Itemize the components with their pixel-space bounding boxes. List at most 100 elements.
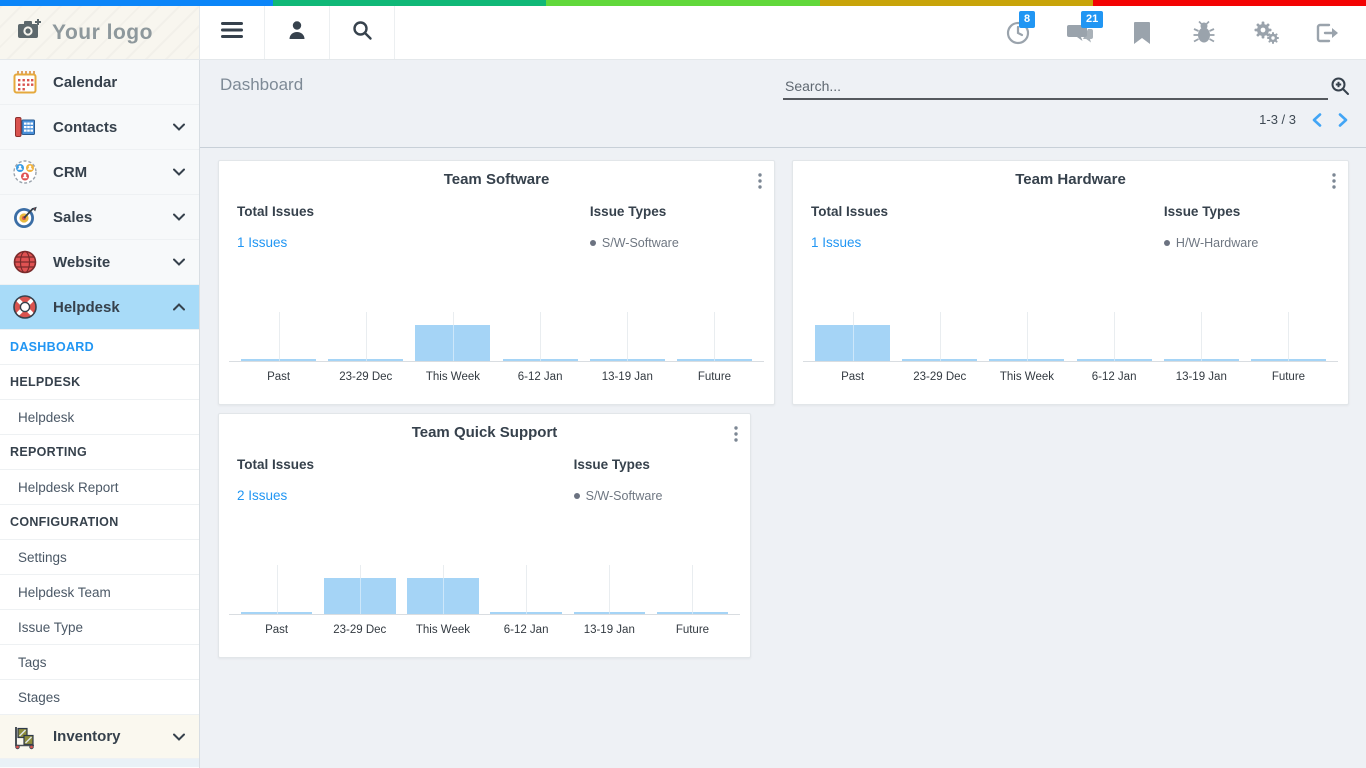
chevron-down-icon (173, 728, 185, 746)
chart-slot: 23-29 Dec (322, 312, 409, 388)
chart-bar[interactable] (989, 359, 1065, 361)
card-team-quick-support: Team Quick Support Total Issues 2 Issues… (218, 413, 751, 658)
chart-slot: Past (809, 312, 896, 388)
chart-bar[interactable] (490, 612, 562, 614)
sidebar-item-inventory[interactable]: Inventory (0, 715, 199, 759)
axis-tick (1288, 312, 1290, 362)
chevron-down-icon (173, 118, 185, 136)
card-title: Team Quick Support (411, 424, 558, 441)
search-icon (351, 19, 373, 46)
recent-clock-button[interactable]: 8 (1004, 10, 1036, 47)
chart-x-label: Past (267, 371, 291, 383)
total-issues-link[interactable]: 2 Issues (237, 488, 287, 503)
logo[interactable]: Your logo (0, 6, 200, 59)
chart-bar[interactable] (240, 612, 313, 614)
sidebar-item-contacts[interactable]: Contacts (0, 105, 199, 150)
sidebar-subitem-dashboard[interactable]: DASHBOARD (0, 330, 199, 365)
chart-bar[interactable] (1163, 359, 1239, 361)
user-button[interactable] (265, 6, 330, 59)
card-title: Team Hardware (1015, 171, 1126, 188)
dashboard-content: Team Software Total Issues 1 Issues Issu… (200, 148, 1366, 768)
settings-gears-button[interactable] (1252, 19, 1280, 47)
sidebar: Calendar Contacts CRM Sales Website Help… (0, 60, 200, 768)
chart-x-label: This Week (999, 371, 1054, 383)
chart-bar[interactable] (407, 578, 479, 614)
chart-bar[interactable] (328, 359, 404, 361)
chart-bar[interactable] (1250, 359, 1326, 361)
user-icon (286, 19, 308, 46)
axis-tick (526, 565, 528, 615)
sidebar-subitem-settings[interactable]: Settings (0, 540, 199, 575)
bug-report-button[interactable] (1190, 19, 1218, 47)
chart-bar[interactable] (656, 612, 729, 614)
pagination-next-button[interactable] (1338, 112, 1348, 127)
chart-bar[interactable] (676, 359, 752, 361)
total-issues-link[interactable]: 1 Issues (811, 235, 861, 250)
chart-x-label: 6-12 Jan (517, 371, 563, 383)
chart-bar[interactable] (415, 325, 491, 361)
inventory-handtruck-icon (10, 722, 40, 752)
card-menu-button[interactable] (732, 424, 740, 449)
sidebar-item-calendar[interactable]: Calendar (0, 60, 199, 105)
chart-x-label: This Week (425, 371, 480, 383)
chart-bar[interactable] (589, 359, 665, 361)
sidebar-item-sales[interactable]: Sales (0, 195, 199, 240)
chat-button[interactable]: 21 (1066, 10, 1104, 47)
axis-tick (1201, 312, 1203, 362)
total-issues-label: Total Issues (237, 204, 315, 219)
chart-bar[interactable] (1076, 359, 1152, 361)
sidebar-subitem-issue-type[interactable]: Issue Type (0, 610, 199, 645)
sidebar-item-label: Inventory (53, 728, 121, 745)
legend-dot-icon (589, 240, 596, 246)
sidebar-item-website[interactable]: Website (0, 240, 199, 285)
chart-slot: 6-12 Jan (485, 565, 568, 641)
chart-slot: 6-12 Jan (1071, 312, 1158, 388)
sidebar-subitem-helpdesk[interactable]: Helpdesk (0, 400, 199, 435)
search-input[interactable] (783, 74, 1328, 100)
helpdesk-lifebuoy-icon (10, 292, 40, 322)
chart-bar[interactable] (902, 359, 978, 361)
sidebar-subitem-tags[interactable]: Tags (0, 645, 199, 680)
chevron-down-icon (173, 253, 185, 271)
chevron-down-icon (173, 163, 185, 181)
calendar-icon (10, 67, 40, 97)
axis-tick (365, 312, 367, 362)
chart-bar[interactable] (241, 359, 317, 361)
chart-bar[interactable] (815, 325, 891, 361)
legend-item: H/W-Hardware (1163, 236, 1330, 250)
card-stats: Total Issues 1 Issues Issue Types S/W-So… (219, 188, 774, 252)
chevron-up-icon (173, 298, 185, 316)
sidebar-subitem-stages[interactable]: Stages (0, 680, 199, 715)
chart-x-label: 6-12 Jan (1091, 371, 1137, 383)
bookmark-button[interactable] (1128, 19, 1156, 47)
chart-bar[interactable] (573, 612, 646, 614)
search-field (783, 74, 1328, 100)
chart-x-label: Future (1271, 371, 1306, 383)
card-menu-button[interactable] (1330, 171, 1338, 196)
sidebar-item-helpdesk[interactable]: Helpdesk (0, 285, 199, 330)
search-button[interactable] (330, 6, 395, 59)
chart-bar[interactable] (502, 359, 578, 361)
pagination-prev-button[interactable] (1312, 112, 1322, 127)
search-zoom-icon[interactable] (1330, 76, 1350, 101)
sidebar-item-crm[interactable]: CRM (0, 150, 199, 195)
chart-x-label: 23-29 Dec (339, 371, 393, 383)
page-header: Dashboard 1-3 / 3 (200, 60, 1366, 148)
logout-button[interactable] (1314, 19, 1342, 47)
menu-toggle-button[interactable] (200, 6, 265, 59)
sidebar-subitem-helpdesk-report[interactable]: Helpdesk Report (0, 470, 199, 505)
card-menu-button[interactable] (756, 171, 764, 196)
chart-slot: This Week (983, 312, 1070, 388)
sidebar-subitem-helpdesk-team[interactable]: Helpdesk Team (0, 575, 199, 610)
chart-bar[interactable] (323, 578, 396, 614)
chart-slot: This Week (401, 565, 484, 641)
axis-tick (278, 312, 280, 362)
legend-label: H/W-Hardware (1175, 236, 1259, 250)
legend-label: S/W-Software (601, 236, 679, 250)
chevron-down-icon (173, 208, 185, 226)
chat-badge: 21 (1081, 10, 1104, 28)
total-issues-link[interactable]: 1 Issues (237, 235, 287, 250)
total-issues-label: Total Issues (237, 457, 315, 472)
website-globe-icon (10, 247, 40, 277)
bar-chart-team-software: Past 23-29 Dec This Week 6-12 Jan 13-19 Jan F… (229, 312, 764, 388)
